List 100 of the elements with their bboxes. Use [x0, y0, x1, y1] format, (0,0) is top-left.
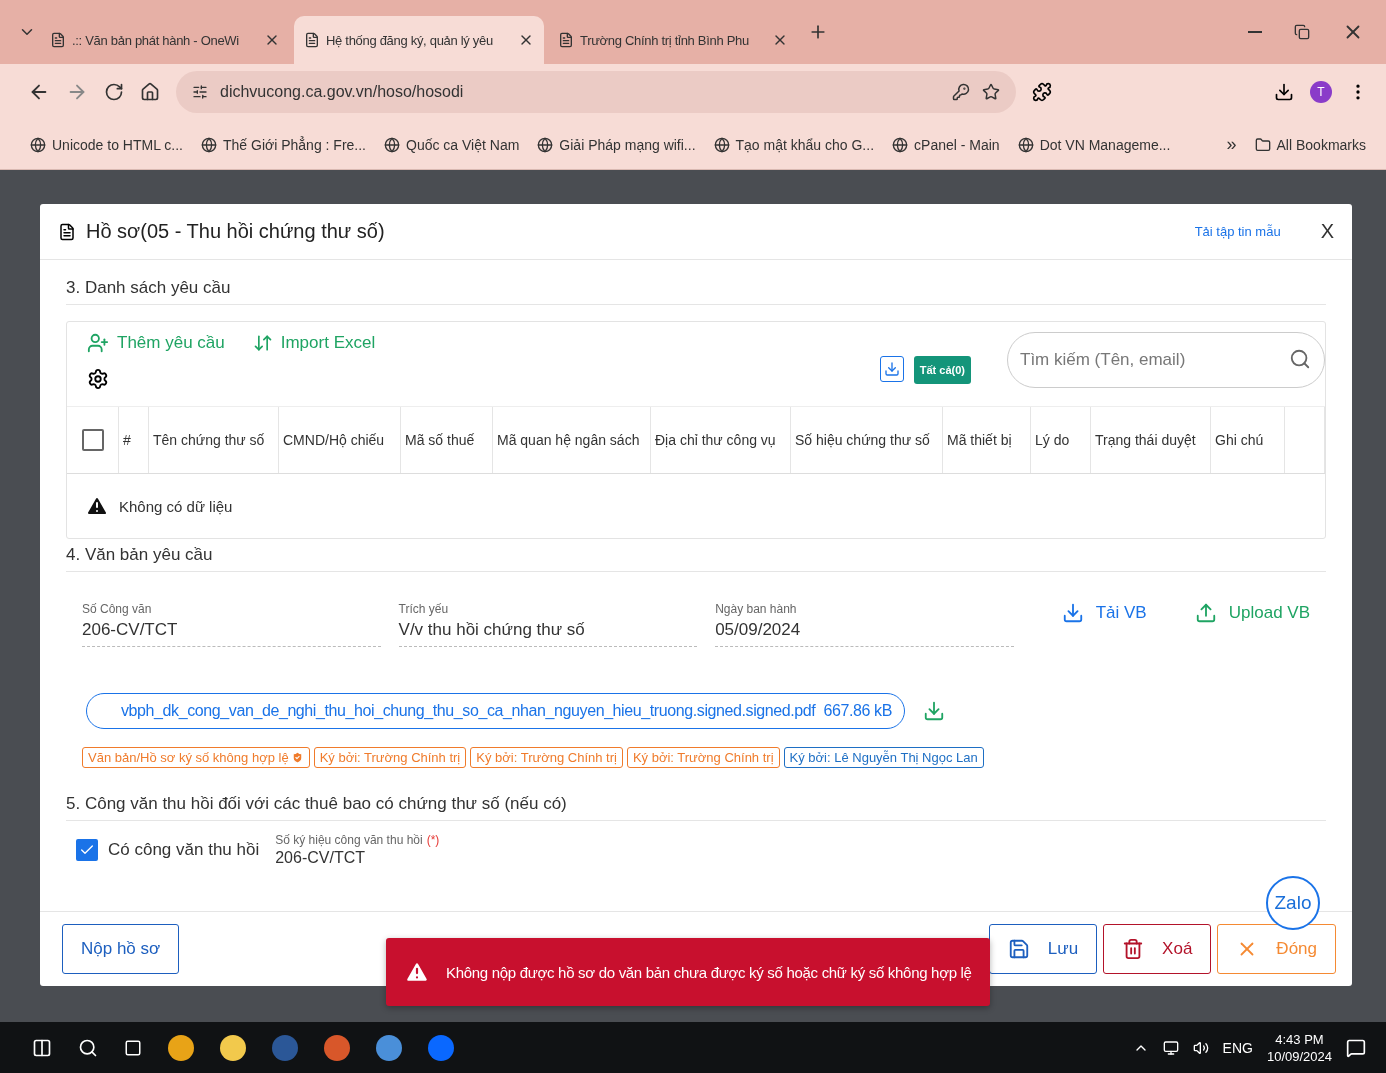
checkbox-label[interactable]: Có công văn thu hồi	[108, 840, 260, 860]
upload-icon	[1194, 602, 1217, 624]
bookmark-link[interactable]: Tạo mật khẩu cho G...	[713, 136, 875, 153]
column-header: CMND/Hộ chiếu	[279, 407, 401, 473]
column-header: Mã thiết bị	[943, 407, 1031, 473]
language-indicator[interactable]: ENG	[1222, 1039, 1253, 1056]
submit-button[interactable]: Nộp hồ sơ	[62, 924, 180, 974]
browser-taskbar-icon[interactable]	[168, 1034, 194, 1061]
column-header: Số hiệu chứng thư số	[791, 407, 943, 473]
column-header: Tên chứng thư số	[149, 407, 279, 473]
globe-icon	[30, 136, 46, 153]
page-icon	[50, 32, 66, 48]
empty-message: Không có dữ liệu	[119, 497, 233, 515]
tab-title: Hệ thống đăng ký, quản lý yêu	[326, 32, 494, 48]
tab-title: .:: Văn bản phát hành - OneWi	[72, 32, 240, 48]
trash-icon	[1122, 938, 1145, 960]
browser-taskbar-icon[interactable]	[376, 1034, 402, 1061]
template-link[interactable]: Tải tập tin mẫu	[1194, 224, 1281, 239]
select-all-checkbox[interactable]	[81, 429, 104, 451]
signature-tag: Ký bởi: Trường Chính trị	[626, 747, 780, 768]
notification-icon[interactable]	[1346, 1037, 1366, 1058]
text-field[interactable]: Trích yếu V/v thu hồi chứng thư số	[398, 602, 698, 647]
folder-taskbar-icon[interactable]	[220, 1034, 246, 1061]
chat-taskbar-icon[interactable]	[428, 1034, 454, 1061]
more-bookmarks-button[interactable]: »	[1226, 134, 1237, 155]
document-icon	[58, 222, 76, 241]
column-header: Mã quan hệ ngân sách	[493, 407, 651, 473]
address-bar[interactable]: dichvucong.ca.gov.vn/hoso/hosodi	[176, 71, 1016, 113]
search-icon[interactable]	[78, 1037, 98, 1058]
field-value: 206-CV/TCT	[82, 620, 179, 640]
browser-taskbar-icon[interactable]	[324, 1034, 350, 1061]
globe-icon	[1017, 136, 1034, 153]
all-bookmarks-link[interactable]: All Bookmarks	[1254, 136, 1366, 153]
field-label: Trích yếu	[398, 602, 450, 616]
bookmark-link[interactable]: Giải Pháp mạng wifi...	[537, 136, 696, 153]
section-title: 5. Công văn thu hồi đối với các thuê bao có chứng thư số (nếu có)	[66, 794, 1326, 821]
url-text: dichvucong.ca.gov.vn/hoso/hosodi	[220, 83, 465, 101]
download-document-button[interactable]: Tải VB	[1061, 602, 1147, 624]
text-field[interactable]: Số Công văn 206-CV/TCT	[82, 602, 381, 647]
reload-button[interactable]	[104, 82, 124, 102]
add-user-icon	[87, 332, 109, 354]
folder-icon	[1254, 136, 1271, 153]
column-header: Ghi chú	[1211, 407, 1285, 473]
field-value: 05/09/2024	[715, 620, 802, 640]
bookmark-link[interactable]: cPanel - Main	[892, 136, 1000, 153]
download-button[interactable]	[879, 356, 904, 382]
bookmark-link[interactable]: Quốc ca Việt Nam	[384, 136, 520, 153]
delete-button[interactable]: Xoá	[1103, 924, 1212, 974]
key-icon[interactable]	[952, 83, 970, 101]
restore-icon	[1294, 24, 1310, 40]
reload-icon	[104, 82, 124, 102]
restore-button[interactable]	[1294, 24, 1310, 40]
network-icon[interactable]	[1162, 1039, 1179, 1056]
signature-tag: Ký bởi: Trường Chính trị	[470, 747, 623, 768]
column-header: Mã số thuế	[401, 407, 493, 473]
signature-tag: Ký bởi: Lê Nguyễn Thị Ngọc Lan	[783, 747, 984, 768]
save-icon	[1007, 938, 1030, 960]
bookmark-link[interactable]: Unicode to HTML c...	[30, 136, 183, 153]
globe-icon	[537, 136, 554, 153]
page-icon	[558, 32, 574, 48]
site-settings-icon[interactable]	[192, 84, 208, 100]
home-button[interactable]	[140, 82, 160, 102]
column-header: #	[119, 407, 149, 473]
extensions-icon[interactable]	[1032, 82, 1052, 102]
close-button[interactable]: X	[1320, 220, 1334, 243]
text-field[interactable]: Ngày ban hành 05/09/2024	[715, 602, 1014, 647]
save-button[interactable]: Lưu	[988, 924, 1098, 974]
section-title: 4. Văn bản yêu cầu	[66, 545, 1326, 572]
search-field[interactable]: Tìm kiếm (Tên, email)	[1007, 332, 1325, 388]
tab-title: Trường Chính trị tỉnh Bình Phu	[580, 32, 750, 48]
settings-icon[interactable]	[87, 368, 109, 390]
profile-avatar[interactable]: T	[1310, 81, 1332, 103]
globe-icon	[713, 136, 730, 153]
bookmark-link[interactable]: Dot VN Manageme...	[1017, 136, 1171, 153]
column-header: Địa chỉ thư công vụ	[651, 407, 791, 473]
browser-tab[interactable]: Trường Chính trị tỉnh Bình Phu	[548, 16, 798, 64]
page-icon	[304, 32, 320, 48]
column-header: Lý do	[1031, 407, 1091, 473]
browser-tab[interactable]: .:: Văn bản phát hành - OneWi	[40, 16, 290, 64]
volume-icon[interactable]	[1192, 1039, 1209, 1056]
star-icon[interactable]	[982, 83, 1000, 101]
task-view-icon[interactable]	[124, 1038, 142, 1057]
browser-tab[interactable]: Hệ thống đăng ký, quản lý yêu	[294, 16, 544, 64]
globe-icon	[201, 136, 217, 153]
filter-button[interactable]: Tất cả(0)	[913, 356, 971, 384]
modal-title: Hồ sơ(05 - Thu hồi chứng thư số)	[86, 220, 386, 243]
download-icon[interactable]	[1274, 82, 1294, 102]
field-label: Ngày ban hành	[715, 602, 798, 616]
section-title: 3. Danh sách yêu cầu	[66, 278, 1326, 305]
clock-date[interactable]: 10/09/2024	[1266, 1048, 1332, 1064]
sort-arrows-icon	[252, 333, 273, 353]
clock-time[interactable]: 4:43 PM	[1275, 1031, 1324, 1047]
globe-icon	[892, 136, 909, 153]
checkbox[interactable]	[76, 839, 98, 861]
home-icon	[140, 82, 160, 102]
minimize-icon	[1248, 31, 1262, 33]
globe-icon	[384, 136, 400, 153]
document-taskbar-icon[interactable]	[272, 1034, 298, 1061]
bookmark-link[interactable]: Thế Giới Phẳng : Fre...	[201, 136, 366, 153]
signature-tag: Ký bởi: Trường Chính trị	[313, 747, 467, 768]
